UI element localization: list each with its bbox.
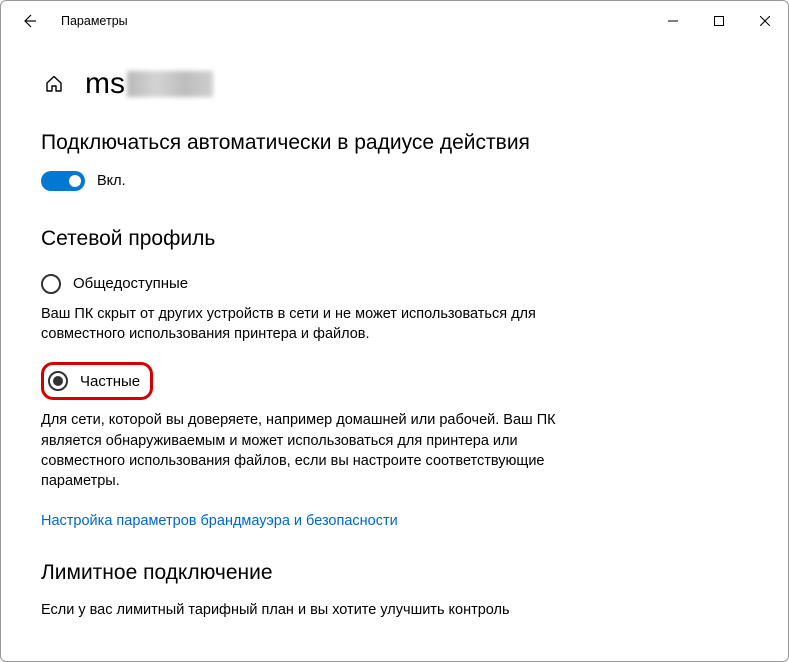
autoconnect-toggle-label: Вкл.	[97, 173, 126, 189]
radio-private[interactable]	[48, 371, 68, 391]
network-profile-heading: Сетевой профиль	[41, 225, 748, 253]
titlebar: Параметры	[1, 1, 788, 41]
autoconnect-toggle[interactable]	[41, 171, 85, 191]
network-profile-radio-group: Общедоступные Ваш ПК скрыт от других уст…	[41, 268, 748, 560]
minimize-button[interactable]	[650, 6, 696, 36]
radio-private-row[interactable]: Частные	[48, 367, 140, 395]
autoconnect-toggle-row: Вкл.	[41, 171, 748, 191]
radio-public-desc: Ваш ПК скрыт от других устройств в сети …	[41, 304, 601, 345]
metered-heading: Лимитное подключение	[41, 559, 748, 587]
maximize-button[interactable]	[696, 6, 742, 36]
radio-private-label: Частные	[80, 373, 140, 390]
radio-public-label: Общедоступные	[73, 275, 188, 292]
firewall-settings-link[interactable]: Настройка параметров брандмауэра и безоп…	[41, 513, 398, 529]
radio-public[interactable]	[41, 274, 61, 294]
highlight-annotation: Частные	[41, 362, 153, 400]
autoconnect-heading: Подключаться автоматически в радиусе дей…	[41, 129, 581, 157]
window-controls	[650, 6, 788, 36]
page-title-prefix: ms	[85, 67, 125, 101]
metered-desc: Если у вас лимитный тарифный план и вы х…	[41, 602, 601, 618]
content-area: ms Подключаться автоматически в радиусе …	[1, 67, 788, 618]
radio-public-row[interactable]: Общедоступные	[41, 268, 748, 300]
page-title-obscured	[127, 71, 213, 97]
close-button[interactable]	[742, 6, 788, 36]
page-title: ms	[85, 67, 213, 101]
radio-private-desc: Для сети, которой вы доверяете, например…	[41, 410, 601, 491]
window-title: Параметры	[61, 14, 128, 28]
page-header: ms	[41, 67, 748, 101]
home-icon[interactable]	[41, 71, 67, 97]
back-button[interactable]	[15, 7, 43, 35]
